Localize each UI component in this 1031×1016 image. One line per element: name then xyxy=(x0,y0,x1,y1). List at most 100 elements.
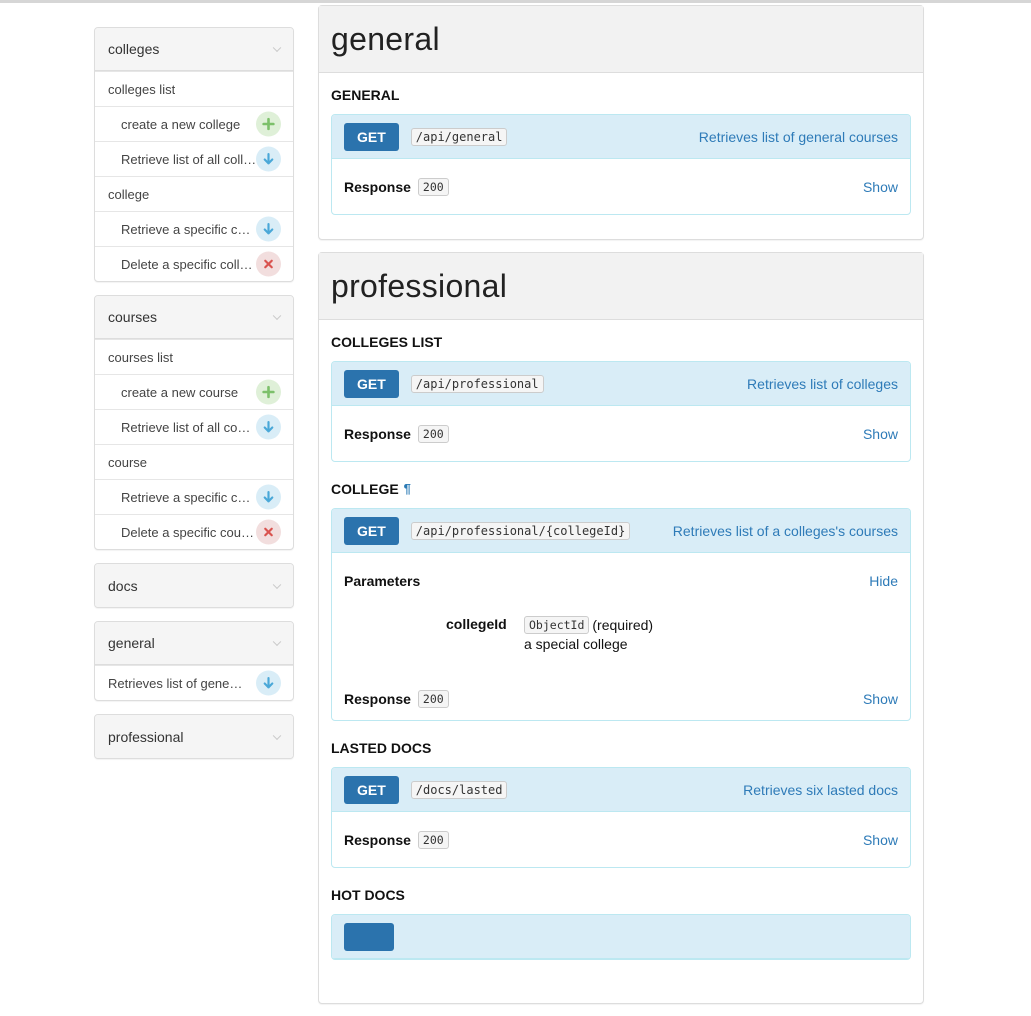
response-label: Response xyxy=(344,831,411,848)
show-toggle-link[interactable]: Show xyxy=(863,691,898,707)
resource-title-text: LASTED DOCS xyxy=(331,739,432,756)
hide-toggle-link[interactable]: Hide xyxy=(869,573,898,589)
parameters-label: Parameters xyxy=(344,572,421,589)
group-label: college xyxy=(108,186,150,202)
sidebar-panel-header[interactable]: courses xyxy=(95,296,293,339)
response-code: 200 xyxy=(417,424,449,443)
chevron-down-icon xyxy=(272,311,282,321)
chevron-down-icon xyxy=(272,731,282,740)
section-heading: professional xyxy=(319,253,923,320)
sidebar-panel-header[interactable]: general xyxy=(95,622,293,665)
group-label: courses list xyxy=(108,349,174,365)
plus-icon xyxy=(256,111,281,137)
window-top-border xyxy=(0,0,1031,3)
item-label: create a new course xyxy=(121,384,239,400)
endpoint-panel xyxy=(331,914,911,960)
sidebar-panel-colleges: colleges colleges list create a new coll… xyxy=(94,27,294,282)
item-label: Retrieve a specific course xyxy=(121,489,257,505)
response-row: Response 200 Show xyxy=(332,406,910,461)
endpoint-description: Retrieves list of general courses xyxy=(698,128,898,145)
endpoint-path: /docs/lasted xyxy=(410,780,508,799)
sidebar-group[interactable]: courses list xyxy=(95,339,293,374)
param-type: ObjectId (required) xyxy=(524,616,653,634)
endpoint-header[interactable]: GET /api/professional/{collegeId} Retrie… xyxy=(332,509,910,553)
resource-title: COLLEGE ¶ xyxy=(331,481,911,497)
sidebar-panel-professional: professional xyxy=(94,714,294,759)
sidebar-item[interactable]: Retrieve list of all colleges xyxy=(95,141,293,176)
response-row: Response 200 Show xyxy=(332,812,910,867)
arrow-down-icon xyxy=(256,670,281,696)
item-label: Retrieves list of general courses xyxy=(108,675,244,691)
endpoint-description: Retrieves list of colleges xyxy=(747,375,898,392)
main-content: general GENERAL GET /api/general Retriev… xyxy=(318,5,924,1016)
arrow-down-icon xyxy=(256,146,281,172)
response-code: 200 xyxy=(417,690,449,708)
response-code: 200 xyxy=(417,177,449,196)
method-badge: GET xyxy=(344,516,399,545)
endpoint-header[interactable] xyxy=(332,915,910,959)
param-type-code: ObjectId xyxy=(524,616,590,634)
panel-title: courses xyxy=(108,309,158,325)
response-label: Response xyxy=(344,425,411,442)
sidebar-panel-header[interactable]: docs xyxy=(95,564,293,607)
sidebar-group[interactable]: colleges list xyxy=(95,71,293,106)
sidebar-item[interactable]: Retrieves list of general courses xyxy=(95,665,293,700)
endpoint-header[interactable]: GET /docs/lasted Retrieves six lasted do… xyxy=(332,768,910,812)
endpoint-description: Retrieves list of a colleges's courses xyxy=(672,522,898,539)
sidebar-item[interactable]: Retrieve a specific college xyxy=(95,211,293,246)
sidebar-item[interactable]: create a new course xyxy=(95,374,293,409)
response-row: Response 200 Show xyxy=(332,159,910,214)
sidebar-panel-courses: courses courses list create a new course… xyxy=(94,295,294,550)
param-name: collegeId xyxy=(446,616,507,632)
sidebar-item[interactable]: Delete a specific course xyxy=(95,514,293,549)
sidebar-panel-general: general Retrieves list of general course… xyxy=(94,621,294,701)
section-general: general GENERAL GET /api/general Retriev… xyxy=(318,5,924,240)
arrow-down-icon xyxy=(256,484,281,510)
item-label: create a new college xyxy=(121,116,241,132)
resource-title: HOT DOCS xyxy=(331,886,911,903)
endpoint-header[interactable]: GET /api/general Retrieves list of gener… xyxy=(332,115,910,159)
show-toggle-link[interactable]: Show xyxy=(863,179,898,195)
arrow-down-icon xyxy=(256,216,281,242)
group-label: colleges list xyxy=(108,81,176,97)
response-code: 200 xyxy=(417,830,449,849)
resource-title-text: COLLEGES LIST xyxy=(331,333,443,350)
item-label: Retrieve a specific college xyxy=(121,221,257,237)
endpoint-panel: GET /docs/lasted Retrieves six lasted do… xyxy=(331,767,911,868)
response-label: Response xyxy=(344,691,411,707)
endpoint-description: Retrieves six lasted docs xyxy=(743,781,898,798)
parameter-item: collegeId ObjectId (required) a special … xyxy=(332,608,910,678)
method-badge: GET xyxy=(344,775,399,804)
chevron-down-icon xyxy=(272,43,282,53)
endpoint-path: /api/professional/{collegeId} xyxy=(410,521,631,540)
param-description: a special college xyxy=(524,636,628,652)
resource-title-text: GENERAL xyxy=(331,86,400,103)
show-toggle-link[interactable]: Show xyxy=(863,832,898,848)
item-label: Delete a specific course xyxy=(121,524,257,540)
parameters-row: Parameters Hide xyxy=(332,553,910,608)
sidebar-nav: colleges colleges list create a new coll… xyxy=(94,27,294,772)
resource-title-text: HOT DOCS xyxy=(331,886,405,903)
panel-title: general xyxy=(108,635,155,651)
endpoint-header[interactable]: GET /api/professional Retrieves list of … xyxy=(332,362,910,406)
resource-title: GENERAL xyxy=(331,86,911,103)
plus-icon xyxy=(256,379,281,405)
sidebar-item[interactable]: Delete a specific college xyxy=(95,246,293,281)
sidebar-panel-header[interactable]: colleges xyxy=(95,28,293,71)
sidebar-item[interactable]: Retrieve list of all courses xyxy=(95,409,293,444)
sidebar-group[interactable]: college xyxy=(95,176,293,211)
sidebar-item[interactable]: Retrieve a specific course xyxy=(95,479,293,514)
sidebar-panel-header[interactable]: professional xyxy=(95,715,293,758)
resource-title: COLLEGES LIST xyxy=(331,333,911,350)
chevron-down-icon xyxy=(272,580,282,589)
show-toggle-link[interactable]: Show xyxy=(863,426,898,442)
method-badge: GET xyxy=(344,122,399,151)
pilcrow-anchor-icon[interactable]: ¶ xyxy=(404,481,411,496)
group-label: course xyxy=(108,454,148,470)
endpoint-path: /api/general xyxy=(410,127,508,146)
sidebar-group[interactable]: course xyxy=(95,444,293,479)
sidebar-item[interactable]: create a new college xyxy=(95,106,293,141)
panel-title: colleges xyxy=(108,41,160,57)
section-professional: professional COLLEGES LIST GET /api/prof… xyxy=(318,252,924,1004)
param-required: (required) xyxy=(592,617,654,633)
